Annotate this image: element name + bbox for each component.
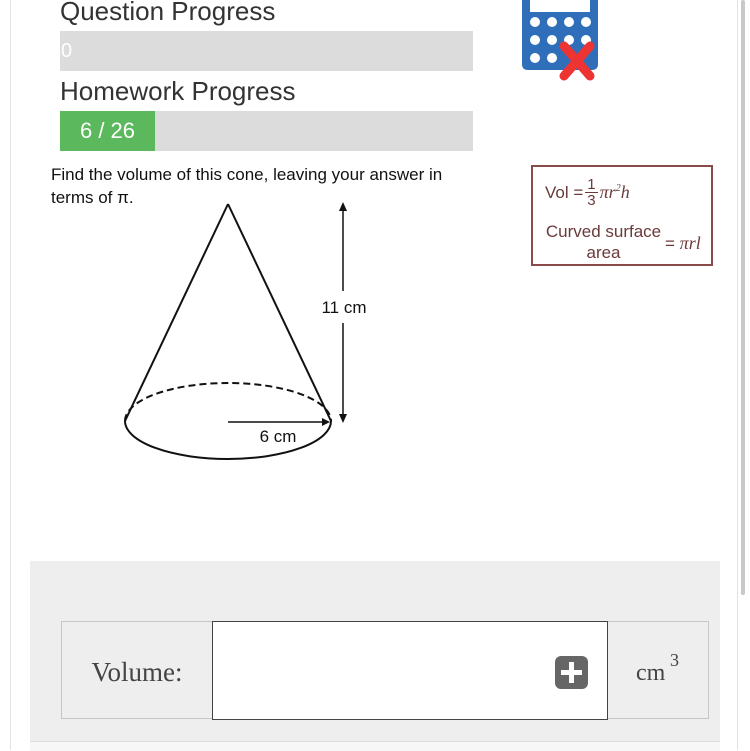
unit-label: cm 3 (636, 650, 679, 687)
question-progress-bar: 0 (60, 31, 473, 71)
plus-icon (561, 662, 582, 683)
fraction-numerator: 1 (585, 176, 598, 193)
formula-box: Vol = 1 3 πr2h Curved surface area = πrl (531, 165, 713, 266)
volume-formula: Vol = 1 3 πr2h (545, 177, 630, 208)
question-progress-title: Question Progress (60, 0, 276, 26)
homework-progress-title: Homework Progress (60, 76, 296, 106)
one-third-fraction: 1 3 (585, 176, 598, 209)
radius-symbol: r (608, 182, 616, 202)
volume-formula-prefix: Vol = (545, 182, 584, 202)
calculator-not-allowed-icon (522, 0, 602, 89)
volume-answer-input[interactable] (212, 621, 608, 720)
add-symbol-button[interactable] (555, 656, 588, 689)
height-label: 11 cm (321, 298, 366, 317)
homework-progress-bar: 6 / 26 (60, 111, 473, 151)
curved-surface-area-expression: πrl (679, 233, 701, 253)
curved-surface-area-label: Curved surface area (545, 222, 662, 262)
height-symbol: h (620, 182, 630, 202)
scrollbar-thumb[interactable] (741, 0, 745, 595)
unit-exponent: 3 (670, 650, 679, 670)
cone-left-edge (124, 203, 229, 422)
height-arrowhead-bottom (339, 414, 347, 423)
curved-surface-area-formula: = πrl (665, 233, 701, 254)
equals-sign: = (665, 234, 675, 253)
volume-label: Volume: (91, 657, 183, 687)
question-progress-value: 0 (61, 40, 73, 62)
frame-right-border (737, 0, 738, 750)
radius-label: 6 cm (260, 427, 297, 446)
unit-text: cm (636, 660, 666, 686)
cone-diagram: 11 cm 6 cm (124, 202, 367, 460)
cone-base-back-edge (124, 382, 332, 422)
frame-left-border (10, 0, 11, 750)
fraction-denominator: 3 (587, 192, 596, 209)
height-arrowhead-top (339, 202, 347, 211)
radius-arrowhead (322, 418, 330, 426)
pi-symbol: π (599, 182, 609, 202)
volume-formula-expression: πr2h (600, 182, 630, 203)
cone-base-front-edge (124, 420, 332, 460)
homework-progress-fill: 6 / 26 (60, 111, 155, 151)
